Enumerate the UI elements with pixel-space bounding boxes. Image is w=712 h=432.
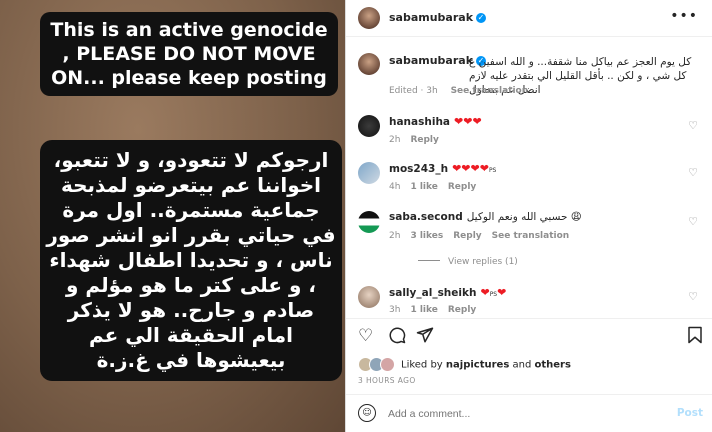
heart-outline-icon[interactable]: ♡ — [688, 215, 698, 228]
instagram-post-view: This is an active genocide , PLEASE DO N… — [0, 0, 712, 432]
reply-button[interactable]: Reply — [448, 182, 476, 192]
comment-meta: 2h Reply — [389, 135, 449, 145]
comment-meta: 2h 3 likes Reply See translation — [389, 231, 579, 241]
comment-username[interactable]: mos243_h — [389, 163, 448, 175]
heart-outline-icon[interactable]: ♡ — [688, 290, 698, 303]
view-replies-link[interactable]: View replies (1) — [418, 257, 518, 267]
post-button[interactable]: Post — [677, 407, 703, 419]
comment-text: ❤ — [480, 286, 490, 299]
comment-time: 2h — [389, 135, 401, 145]
comment-text: حسبي الله ونعم الوكيل 😩 — [466, 211, 582, 223]
liked-by-label: Liked by — [401, 359, 443, 371]
liker-avatar — [380, 357, 395, 372]
story-english-text: This is an active genocide , PLEASE DO N… — [40, 12, 338, 96]
comment-body: mos243_h ❤❤❤❤PS — [389, 162, 496, 175]
reply-button[interactable]: Reply — [410, 135, 438, 145]
comment-body: saba.second حسبي الله ونعم الوكيل 😩 — [389, 211, 582, 223]
comment-body: hanashiha ❤❤❤ — [389, 115, 482, 128]
caption-meta: Edited · 3h See translation — [389, 86, 538, 96]
comment-meta: 4h 1 like Reply — [389, 182, 486, 192]
story-arabic-text: ارجوكم لا تتعودو، و لا تتعبو، اخواننا عم… — [40, 140, 342, 381]
add-comment-bar: ☺ Post — [358, 404, 703, 424]
post-details-panel: sabamubarak ✓ ••• sabamubarak ✓ كل يوم الع… — [345, 0, 712, 432]
post-actions: ♡ — [358, 326, 703, 348]
comment-text: ❤❤❤❤ — [452, 162, 489, 175]
reply-button[interactable]: Reply — [453, 231, 481, 241]
caption-avatar[interactable] — [358, 53, 380, 75]
bookmark-svg — [688, 326, 702, 344]
comment-likes[interactable]: 3 likes — [410, 231, 443, 241]
emoji-icon[interactable]: ☺ — [358, 404, 376, 422]
divider — [346, 318, 712, 319]
share-icon[interactable] — [416, 326, 434, 349]
comment-username[interactable]: saba.second — [389, 211, 463, 223]
palestine-flag-avatar[interactable] — [358, 211, 380, 233]
comment-time: 4h — [389, 182, 401, 192]
heart-outline-icon[interactable]: ♡ — [688, 166, 698, 179]
comment-avatar[interactable] — [358, 115, 380, 137]
comment-bubble-svg — [389, 327, 406, 344]
see-translation-link[interactable]: See translation — [451, 86, 529, 96]
heart-outline-icon[interactable]: ♡ — [688, 119, 698, 132]
post-header: sabamubarak ✓ ••• — [346, 0, 712, 37]
see-translation-link[interactable]: See translation — [492, 231, 570, 241]
story-image: This is an active genocide , PLEASE DO N… — [0, 0, 345, 432]
comment-avatar[interactable] — [358, 286, 380, 308]
post-timestamp: 3 HOURS AGO — [358, 376, 416, 385]
liked-by-others[interactable]: others — [535, 360, 571, 371]
comment-avatar[interactable] — [358, 162, 380, 184]
liked-by-summary[interactable]: Liked by najpictures and others — [358, 357, 571, 372]
ps-badge: PS — [488, 167, 497, 174]
comment-likes[interactable]: 1 like — [410, 305, 437, 315]
verified-icon: ✓ — [476, 13, 487, 23]
caption-edited-time: Edited · 3h — [389, 86, 438, 96]
liked-by-and: and — [512, 359, 532, 371]
comment-username[interactable]: sally_al_sheikh — [389, 287, 476, 299]
comment-body: sally_al_sheikh ❤PS❤ — [389, 286, 506, 299]
header-username[interactable]: sabamubarak ✓ — [389, 11, 487, 24]
save-icon[interactable] — [687, 326, 703, 349]
comment-text: ❤ — [497, 286, 507, 299]
like-icon[interactable]: ♡ — [358, 326, 373, 346]
comment-meta: 3h 1 like Reply — [389, 305, 486, 315]
more-options-icon[interactable]: ••• — [670, 8, 698, 24]
avatar[interactable] — [358, 7, 380, 29]
share-paper-plane-svg — [416, 327, 434, 343]
ps-badge: PS — [489, 291, 498, 298]
comment-icon[interactable] — [388, 326, 406, 349]
liked-by-user[interactable]: najpictures — [446, 360, 509, 371]
comment-likes[interactable]: 1 like — [410, 182, 437, 192]
comment-time: 3h — [389, 305, 401, 315]
comment-input[interactable] — [386, 407, 660, 421]
comment-username[interactable]: hanashiha — [389, 116, 450, 128]
comment-time: 2h — [389, 231, 401, 241]
divider — [346, 394, 712, 395]
comment-text: ❤❤❤ — [454, 115, 482, 128]
reply-button[interactable]: Reply — [448, 305, 476, 315]
